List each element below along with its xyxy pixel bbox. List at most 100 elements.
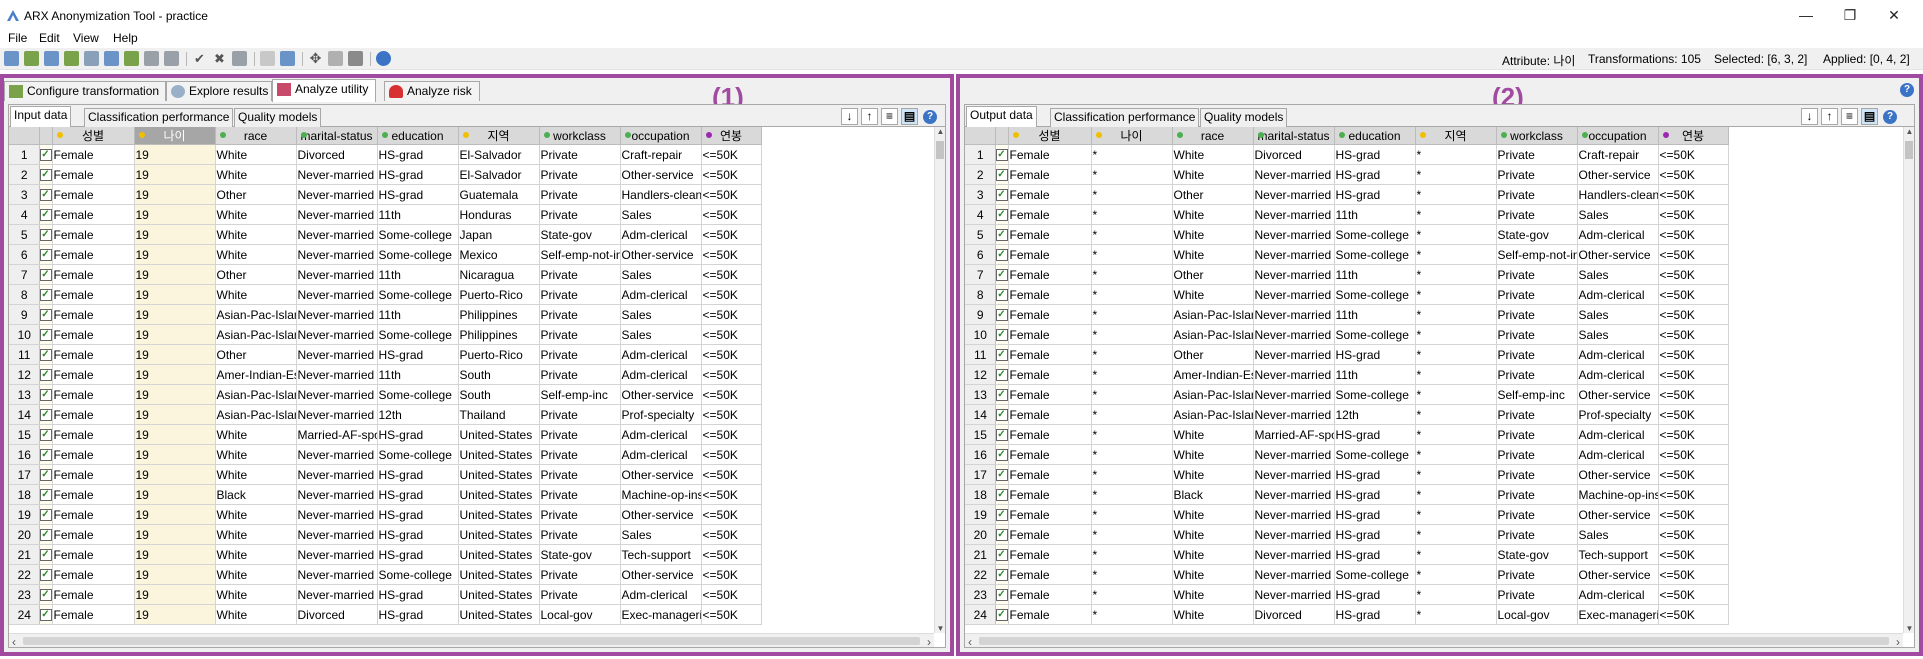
table-row[interactable]: 12✓Female19Amer-Indian-Esk...Never-marri…	[9, 364, 762, 385]
horizontal-scrollbar[interactable]: ‹ ›	[965, 633, 1903, 649]
checkbox-checked-icon[interactable]: ✓	[39, 349, 51, 362]
checkbox-checked-icon[interactable]: ✓	[39, 569, 51, 582]
table-row[interactable]: 14✓Female*Asian-Pac-Island...Never-marri…	[965, 404, 1729, 425]
table-row[interactable]: 22 ✓ Female 19 White Never-married Some-colleg…	[9, 564, 762, 585]
row-checkbox[interactable]: ✓	[995, 444, 1009, 465]
subtab-quality-models[interactable]: Quality models	[234, 108, 322, 127]
scroll-right-icon[interactable]: ›	[927, 635, 931, 649]
anonymize-check-icon[interactable]: ✔	[192, 51, 207, 66]
table-row[interactable]: 15✓Female*WhiteMarried-AF-spo...HS-grad*…	[965, 424, 1729, 445]
checkbox-checked-icon[interactable]: ✓	[995, 149, 1007, 162]
checkbox-checked-icon[interactable]: ✓	[39, 329, 51, 342]
close-button[interactable]: ✕	[1872, 6, 1916, 24]
row-checkbox[interactable]: ✓	[995, 604, 1009, 625]
checkbox-checked-icon[interactable]: ✓	[995, 529, 1007, 542]
row-checkbox[interactable]: ✓	[995, 304, 1009, 325]
row-checkbox[interactable]: ✓	[39, 504, 53, 525]
checkbox-checked-icon[interactable]: ✓	[39, 409, 51, 422]
row-checkbox[interactable]: ✓	[39, 164, 53, 185]
checkbox-checked-icon[interactable]: ✓	[39, 589, 51, 602]
table-row[interactable]: 7 ✓ Female 19 Other Never-married 11th Nicaragu…	[9, 264, 762, 285]
checkbox-checked-icon[interactable]: ✓	[995, 329, 1007, 342]
sort-down-icon[interactable]: ↓	[1801, 108, 1818, 125]
tab-analyze-risk[interactable]: Analyze risk	[384, 81, 480, 101]
row-checkbox[interactable]: ✓	[39, 284, 53, 305]
row-checkbox[interactable]: ✓	[995, 464, 1009, 485]
scroll-up-icon[interactable]: ▲	[1904, 127, 1915, 136]
row-checkbox[interactable]: ✓	[39, 604, 53, 625]
column-header[interactable]: occupation	[1577, 127, 1659, 145]
table-row[interactable]: 23 ✓ Female 19 White Never-married HS-grad Unit…	[9, 584, 762, 605]
sort-down-icon[interactable]: ↓	[841, 108, 858, 125]
column-header[interactable]: race	[215, 127, 297, 145]
table-row[interactable]: 22 ✓ Female * White Never-married Some-college…	[965, 564, 1729, 585]
checkbox-checked-icon[interactable]: ✓	[995, 449, 1007, 462]
sort-up-icon[interactable]: ↑	[861, 108, 878, 125]
row-checkbox[interactable]: ✓	[39, 384, 53, 405]
minimize-button[interactable]: —	[1784, 6, 1828, 24]
row-checkbox[interactable]: ✓	[995, 404, 1009, 425]
table-row[interactable]: 5 ✓ Female * White Never-married Some-college *…	[965, 224, 1729, 245]
import-data-icon[interactable]	[104, 51, 119, 66]
row-checkbox[interactable]: ✓	[39, 344, 53, 365]
checkbox-checked-icon[interactable]: ✓	[39, 309, 51, 322]
help-icon[interactable]: ?	[1900, 83, 1914, 97]
column-header[interactable]: 지역	[458, 127, 540, 145]
row-checkbox[interactable]: ✓	[995, 484, 1009, 505]
table-row[interactable]: 4 ✓ Female 19 White Never-married 11th Honduras…	[9, 204, 762, 225]
import-hierarchy-icon[interactable]	[144, 51, 159, 66]
table-row[interactable]: 24 ✓ Female * White Divorced HS-grad * Local-gov…	[965, 604, 1729, 625]
checkbox-checked-icon[interactable]: ✓	[995, 589, 1007, 602]
checkbox-checked-icon[interactable]: ✓	[995, 169, 1007, 182]
row-checkbox[interactable]: ✓	[39, 584, 53, 605]
checkbox-checked-icon[interactable]: ✓	[995, 409, 1007, 422]
table-row[interactable]: 10✓Female*Asian-Pac-Island...Never-marri…	[965, 324, 1729, 345]
table-row[interactable]: 18 ✓ Female * Black Never-married HS-grad * Priv…	[965, 484, 1729, 505]
row-checkbox[interactable]: ✓	[995, 364, 1009, 385]
checkbox-checked-icon[interactable]: ✓	[39, 489, 51, 502]
table-row[interactable]: 12✓Female*Amer-Indian-Esk...Never-marrie…	[965, 364, 1729, 385]
table-row[interactable]: 17 ✓ Female * White Never-married HS-grad * Priv…	[965, 464, 1729, 485]
scroll-right-icon[interactable]: ›	[1896, 635, 1900, 649]
row-checkbox[interactable]: ✓	[995, 544, 1009, 565]
table-row[interactable]: 17 ✓ Female 19 White Never-married HS-grad Unit…	[9, 464, 762, 485]
table-row[interactable]: 23 ✓ Female * White Never-married HS-grad * Priv…	[965, 584, 1729, 605]
column-header[interactable]: workclass	[1496, 127, 1578, 145]
row-checkbox[interactable]: ✓	[39, 224, 53, 245]
checkbox-checked-icon[interactable]: ✓	[995, 429, 1007, 442]
row-checkbox[interactable]: ✓	[39, 484, 53, 505]
table-row[interactable]: 6 ✓ Female * White Never-married Some-college *…	[965, 244, 1729, 265]
table-row[interactable]: 21 ✓ Female * White Never-married HS-grad * Stat…	[965, 544, 1729, 565]
grid-icon[interactable]	[348, 51, 363, 66]
checkbox-checked-icon[interactable]: ✓	[39, 209, 51, 222]
checkbox-checked-icon[interactable]: ✓	[39, 449, 51, 462]
table-row[interactable]: 9✓Female19Asian-Pac-Island...Never-marri…	[9, 304, 762, 325]
tab-configure-transformation[interactable]: Configure transformation	[4, 81, 166, 101]
help-icon[interactable]: ?	[923, 110, 937, 124]
checkbox-checked-icon[interactable]: ✓	[39, 549, 51, 562]
checkbox-checked-icon[interactable]: ✓	[995, 349, 1007, 362]
checkbox-checked-icon[interactable]: ✓	[39, 229, 51, 242]
row-checkbox[interactable]: ✓	[39, 464, 53, 485]
tab-analyze-utility[interactable]: Analyze utility	[272, 79, 376, 102]
column-header[interactable]: occupation	[620, 127, 702, 145]
row-checkbox[interactable]: ✓	[995, 144, 1009, 165]
row-checkbox[interactable]: ✓	[39, 544, 53, 565]
table-row[interactable]: 3 ✓ Female * Other Never-married HS-grad * Priva…	[965, 184, 1729, 205]
list-icon[interactable]	[328, 51, 343, 66]
table-row[interactable]: 18 ✓ Female 19 Black Never-married HS-grad Unit…	[9, 484, 762, 505]
row-checkbox[interactable]: ✓	[39, 444, 53, 465]
toggle-view-icon[interactable]: ≡	[881, 108, 898, 125]
new-project-icon[interactable]	[4, 51, 19, 66]
row-checkbox[interactable]: ✓	[995, 164, 1009, 185]
row-checkbox[interactable]: ✓	[995, 224, 1009, 245]
checkbox-checked-icon[interactable]: ✓	[995, 189, 1007, 202]
row-checkbox[interactable]: ✓	[995, 344, 1009, 365]
column-header[interactable]: marital-status	[296, 127, 378, 145]
checkbox-checked-icon[interactable]: ✓	[39, 169, 51, 182]
checkbox-checked-icon[interactable]: ✓	[995, 509, 1007, 522]
table-row[interactable]: 8 ✓ Female * White Never-married Some-college *…	[965, 284, 1729, 305]
table-row[interactable]: 16 ✓ Female * White Never-married Some-college…	[965, 444, 1729, 465]
row-checkbox[interactable]: ✓	[39, 204, 53, 225]
table-row[interactable]: 2 ✓ Female 19 White Never-married HS-grad El-Sa…	[9, 164, 762, 185]
